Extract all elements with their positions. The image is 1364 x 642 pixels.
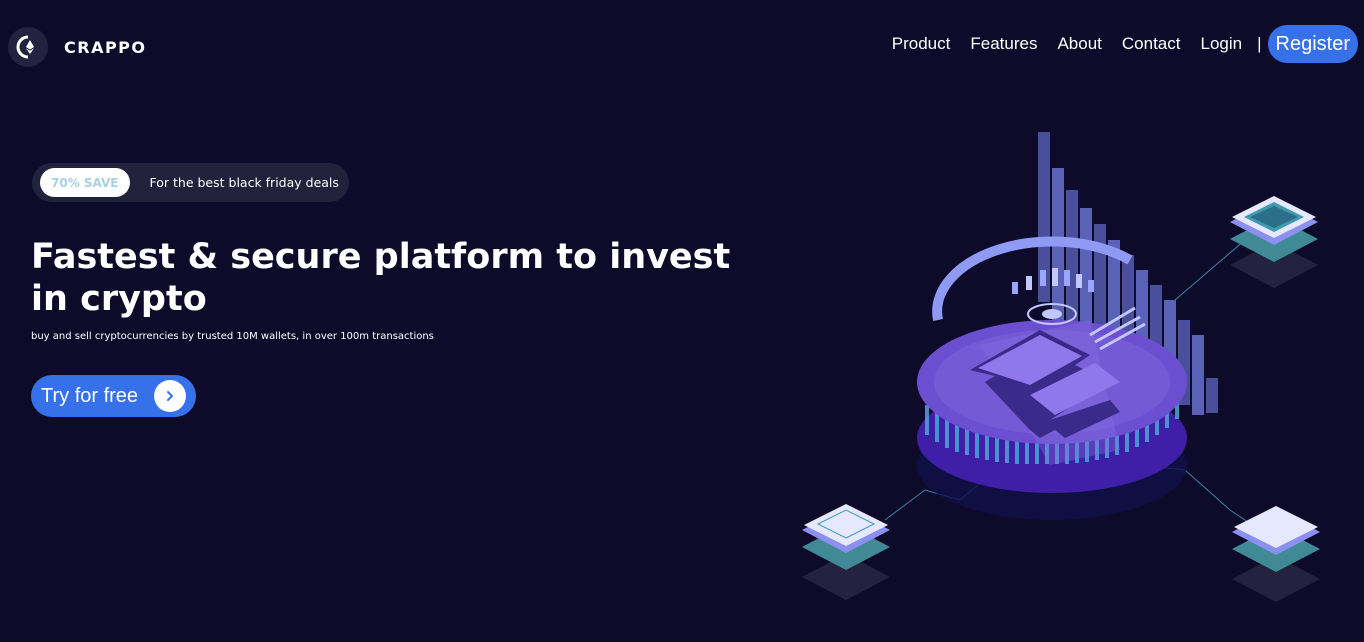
landing-page: CRAPPO Product Features About Contact Lo…	[0, 0, 1364, 642]
try-for-free-button[interactable]: Try for free	[31, 375, 196, 417]
main-nav: Product Features About Contact Login | R…	[892, 25, 1358, 63]
nav-product-link[interactable]: Product	[892, 34, 951, 54]
cta-label: Try for free	[41, 384, 139, 407]
nav-about-link[interactable]: About	[1057, 34, 1101, 54]
chevron-right-icon	[154, 380, 186, 412]
bitcoin-coin-illustration	[802, 132, 1320, 602]
nav-contact-link[interactable]: Contact	[1122, 34, 1181, 54]
promo-banner: 70% SAVE For the best black friday deals	[32, 163, 349, 202]
brand-name: CRAPPO	[64, 37, 147, 57]
promo-text: For the best black friday deals	[149, 175, 339, 190]
register-button[interactable]: Register	[1267, 25, 1358, 63]
hero-subtitle: buy and sell cryptocurrencies by trusted…	[31, 331, 434, 342]
nav-separator: |	[1257, 34, 1262, 53]
nav-login-link[interactable]: Login	[1200, 34, 1242, 54]
brand-logo[interactable]: CRAPPO	[8, 27, 147, 67]
nav-features-link[interactable]: Features	[970, 34, 1037, 54]
discount-badge: 70% SAVE	[40, 168, 130, 197]
hero-title: Fastest & secure platform to invest in c…	[31, 237, 731, 319]
ethereum-logo-icon	[8, 27, 48, 67]
